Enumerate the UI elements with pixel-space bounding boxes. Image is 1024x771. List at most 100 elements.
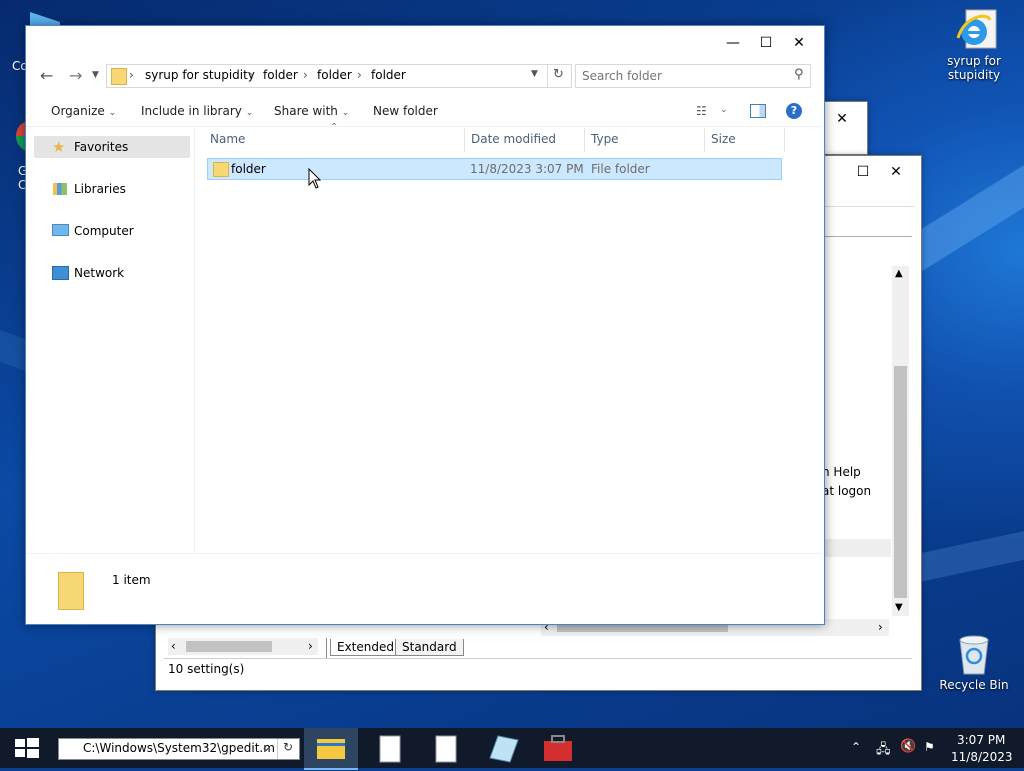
column-header-size[interactable]: Size	[711, 132, 736, 146]
taskbar-notepad-1[interactable]	[364, 728, 418, 768]
mouse-cursor-icon	[308, 168, 322, 189]
desktop-icon-recycle-bin[interactable]: Recycle Bin	[934, 632, 1014, 692]
nav-pane-divider	[194, 128, 195, 553]
view-options-dropdown[interactable]: ⌄	[720, 105, 728, 115]
taskbar-app-5[interactable]	[532, 728, 586, 768]
search-icon[interactable]: ⚲	[794, 67, 804, 82]
column-header-type[interactable]: Type	[591, 132, 619, 146]
nav-label: Libraries	[74, 182, 126, 196]
close-icon[interactable]: ✕	[792, 36, 806, 50]
scroll-up-icon[interactable]: ▲	[895, 268, 903, 279]
chevron-down-icon: ⌄	[245, 108, 254, 118]
forward-button[interactable]: →	[69, 66, 82, 85]
refresh-icon[interactable]: ↻	[553, 67, 564, 82]
breadcrumb-separator: ›	[303, 68, 308, 82]
scrollbar-thumb[interactable]	[894, 366, 907, 598]
scroll-left-icon[interactable]: ‹	[171, 639, 176, 653]
clock-date[interactable]: 11/8/2023	[951, 750, 1013, 764]
start-button[interactable]	[0, 728, 54, 768]
notepad-icon	[489, 735, 519, 763]
address-divider	[547, 65, 548, 87]
scroll-right-icon[interactable]: ›	[308, 639, 313, 653]
refresh-icon[interactable]: ↻	[283, 740, 293, 754]
maximize-icon[interactable]: ☐	[759, 36, 773, 50]
tab-standard[interactable]: Standard	[395, 639, 464, 656]
breadcrumb-item[interactable]: folder	[317, 68, 352, 82]
vertical-scrollbar[interactable]: ▲ ▼	[892, 266, 909, 616]
action-center-icon[interactable]: ⚑	[924, 740, 935, 754]
show-hidden-icons-icon[interactable]: ⌃	[851, 740, 861, 754]
include-in-library-button[interactable]: Include in library ⌄	[141, 104, 253, 118]
nav-item-network[interactable]: Network	[34, 262, 190, 284]
desktop-icon-label: syrup for	[947, 54, 1001, 68]
column-separator	[584, 128, 585, 152]
computer-icon	[52, 224, 69, 236]
item-count: 1 item	[112, 573, 151, 587]
taskbar-notepad-2[interactable]	[420, 728, 474, 768]
maximize-icon[interactable]: ☐	[856, 165, 870, 179]
status-bar: 10 setting(s)	[164, 658, 912, 679]
document-icon	[435, 735, 457, 763]
nav-item-computer[interactable]: Computer	[34, 220, 190, 242]
taskbar-app-4[interactable]	[476, 728, 530, 768]
breadcrumb-item[interactable]: syrup for stupidity	[145, 68, 255, 82]
minimize-icon[interactable]: —	[726, 36, 740, 50]
help-icon[interactable]: ?	[786, 103, 802, 119]
chevron-down-icon[interactable]: ⌄	[261, 740, 271, 754]
taskbar: C:\Windows\System32\gpedit.m ⌄ ↻ ⌃ 🖧 🔇 ⚑…	[0, 728, 1024, 770]
chevron-down-icon: ⌄	[341, 108, 350, 118]
explorer-window[interactable]: — ☐ ✕ ← → ▼ › syrup for stupidity › fold…	[25, 25, 825, 625]
folder-icon	[317, 739, 345, 759]
desktop-icon-syrup-for-stupidity[interactable]: syrup for stupidity	[934, 8, 1014, 82]
address-dropdown-icon[interactable]: ▼	[531, 69, 538, 79]
column-header-date-modified[interactable]: Date modified	[471, 132, 556, 146]
search-input[interactable]	[580, 67, 784, 85]
network-tray-icon[interactable]: 🖧	[876, 740, 891, 762]
close-icon[interactable]: ✕	[889, 165, 903, 179]
address-bar[interactable]: › syrup for stupidity › folder › folder …	[106, 64, 572, 88]
folder-large-icon	[58, 572, 84, 610]
settings-count: 10 setting(s)	[168, 662, 245, 676]
folder-icon	[213, 162, 229, 177]
scroll-right-icon[interactable]: ›	[878, 620, 883, 634]
tab-extended[interactable]: Extended	[330, 639, 401, 656]
scrollbar-thumb[interactable]	[186, 641, 272, 652]
close-icon[interactable]: ✕	[835, 112, 849, 126]
nav-item-favorites[interactable]: ★ Favorites	[34, 136, 190, 158]
run-address-text: C:\Windows\System32\gpedit.m	[83, 741, 275, 755]
scroll-down-icon[interactable]: ▼	[895, 602, 903, 613]
column-separator	[464, 128, 465, 152]
nav-label: Computer	[74, 224, 134, 238]
left-horizontal-scrollbar[interactable]: ‹ ›	[168, 638, 318, 655]
taskbar-file-explorer[interactable]	[304, 728, 358, 770]
file-name[interactable]: folder	[231, 162, 266, 176]
recent-locations-dropdown[interactable]: ▼	[92, 70, 99, 80]
folder-icon	[111, 68, 127, 85]
column-separator	[704, 128, 705, 152]
internet-explorer-icon	[954, 8, 997, 50]
change-view-icon[interactable]: ☷	[696, 104, 707, 118]
chevron-down-icon: ⌄	[108, 108, 117, 118]
search-box[interactable]: ⚲	[575, 64, 811, 88]
run-address-box[interactable]: C:\Windows\System32\gpedit.m ⌄ ↻	[58, 738, 300, 760]
back-button[interactable]: ←	[40, 66, 53, 85]
star-icon: ★	[52, 138, 66, 156]
breadcrumb-item[interactable]: folder	[371, 68, 406, 82]
volume-muted-icon[interactable]: 🔇	[900, 739, 916, 754]
sort-indicator-icon: ⌃	[330, 122, 339, 133]
preview-pane-icon[interactable]	[750, 104, 766, 118]
share-with-button[interactable]: Share with ⌄	[274, 104, 349, 118]
network-icon	[52, 266, 69, 280]
setting-row-highlight	[824, 539, 891, 557]
organize-button[interactable]: Organize ⌄	[51, 104, 116, 118]
clock-time[interactable]: 3:07 PM	[957, 733, 1005, 747]
setting-text: n Help	[822, 465, 861, 479]
column-header-name[interactable]: Name	[210, 132, 245, 146]
new-folder-button[interactable]: New folder	[373, 104, 438, 118]
breadcrumb-item[interactable]: folder	[263, 68, 298, 82]
nav-label: Favorites	[74, 140, 129, 154]
share-with-label: Share with	[274, 104, 338, 118]
tab-area-divider	[326, 638, 327, 658]
setting-text: at logon	[822, 484, 872, 498]
nav-item-libraries[interactable]: Libraries	[34, 178, 190, 200]
